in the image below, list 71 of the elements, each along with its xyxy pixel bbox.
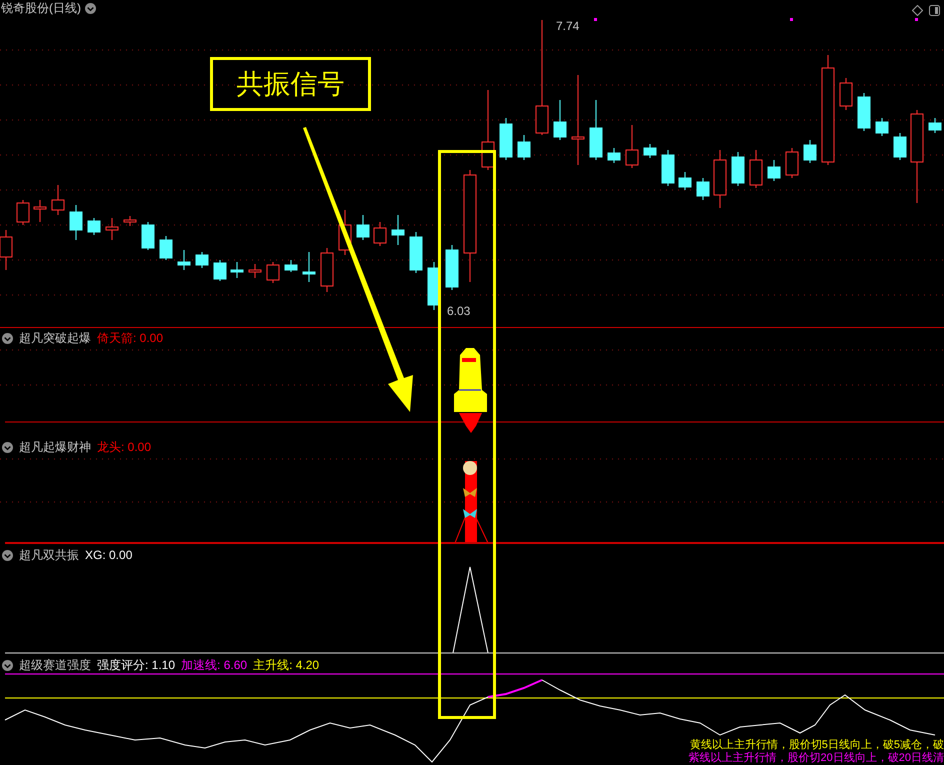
candlestick xyxy=(302,252,316,282)
collapse-icon[interactable] xyxy=(2,442,13,452)
candlestick xyxy=(928,118,942,134)
candlestick xyxy=(750,150,762,188)
candlestick xyxy=(608,148,620,164)
candlestick xyxy=(88,218,100,236)
candlestick xyxy=(768,160,780,182)
candlestick xyxy=(230,262,244,278)
candlestick xyxy=(70,204,82,240)
candlestick xyxy=(196,252,208,268)
candlestick xyxy=(34,200,46,222)
low-price-label: 6.03 xyxy=(447,303,470,319)
candlestick xyxy=(410,232,422,274)
candlestick xyxy=(52,184,64,216)
indicator-reading: 倚天箭: 0.00 xyxy=(97,330,164,346)
collapse-icon[interactable] xyxy=(2,550,13,560)
candlestick xyxy=(248,264,262,278)
candlestick xyxy=(500,118,512,160)
butterfly-icon xyxy=(463,509,477,518)
candlestick xyxy=(894,132,906,160)
money-bag-icon xyxy=(463,461,477,475)
collapse-icon[interactable] xyxy=(2,660,13,670)
candlestick xyxy=(160,236,172,260)
indicator-reading: 加速线: 6.60 xyxy=(181,657,248,673)
candlestick xyxy=(142,222,154,250)
legend-note: 紫线以上主升行情，股价切20日线向上，破20日线清 xyxy=(688,752,944,765)
candlestick xyxy=(214,260,226,282)
candlestick xyxy=(876,118,888,136)
candlestick xyxy=(678,172,692,190)
candlestick xyxy=(374,222,386,246)
collapse-icon[interactable] xyxy=(85,2,96,14)
panel-layout-icon[interactable] xyxy=(929,5,940,16)
candlestick xyxy=(446,244,458,290)
indicator-reading: XG: 0.00 xyxy=(85,547,132,563)
candlestick xyxy=(696,178,710,200)
candlestick xyxy=(858,92,870,132)
candlestick xyxy=(554,100,566,140)
candlestick xyxy=(626,124,638,168)
acceleration-segment xyxy=(488,679,542,698)
indicator-reading: 龙头: 0.00 xyxy=(97,439,152,455)
candlestick xyxy=(320,248,334,292)
candlestick xyxy=(16,200,30,226)
candlestick xyxy=(392,214,404,246)
indicator-reading: 主升线: 4.20 xyxy=(253,657,320,673)
candlestick xyxy=(644,144,656,158)
butterfly-icon xyxy=(463,488,477,497)
collapse-icon[interactable] xyxy=(2,332,13,344)
indicator-name: 超凡双共振 xyxy=(19,547,79,563)
candlestick xyxy=(804,140,816,164)
candlestick xyxy=(284,260,298,272)
candlestick xyxy=(106,218,118,240)
candlestick xyxy=(124,216,136,226)
candlestick xyxy=(662,150,674,186)
candlestick xyxy=(840,78,852,110)
indicator-name: 超凡起爆财神 xyxy=(19,439,91,455)
candlestick xyxy=(266,262,280,284)
diamond-icon[interactable] xyxy=(912,5,923,16)
candlestick xyxy=(590,100,602,160)
annotation-label: 共振信号 xyxy=(210,57,371,111)
legend-note: 黄线以上主升行情，股价切5日线向上，破5减仓，破 xyxy=(690,739,944,752)
high-price-label: 7.74 xyxy=(556,18,580,34)
window-title: 锐奇股份(日线) xyxy=(1,0,81,16)
candlestick xyxy=(786,148,798,178)
candlestick xyxy=(356,214,370,240)
indicator-reading: 强度评分: 1.10 xyxy=(97,657,176,673)
candlestick xyxy=(518,134,530,160)
indicator-name: 超级赛道强度 xyxy=(19,657,91,673)
candlestick xyxy=(732,152,744,186)
candlestick xyxy=(714,150,726,208)
candlestick xyxy=(178,250,190,270)
indicator-name: 超凡突破起爆 xyxy=(19,330,91,346)
